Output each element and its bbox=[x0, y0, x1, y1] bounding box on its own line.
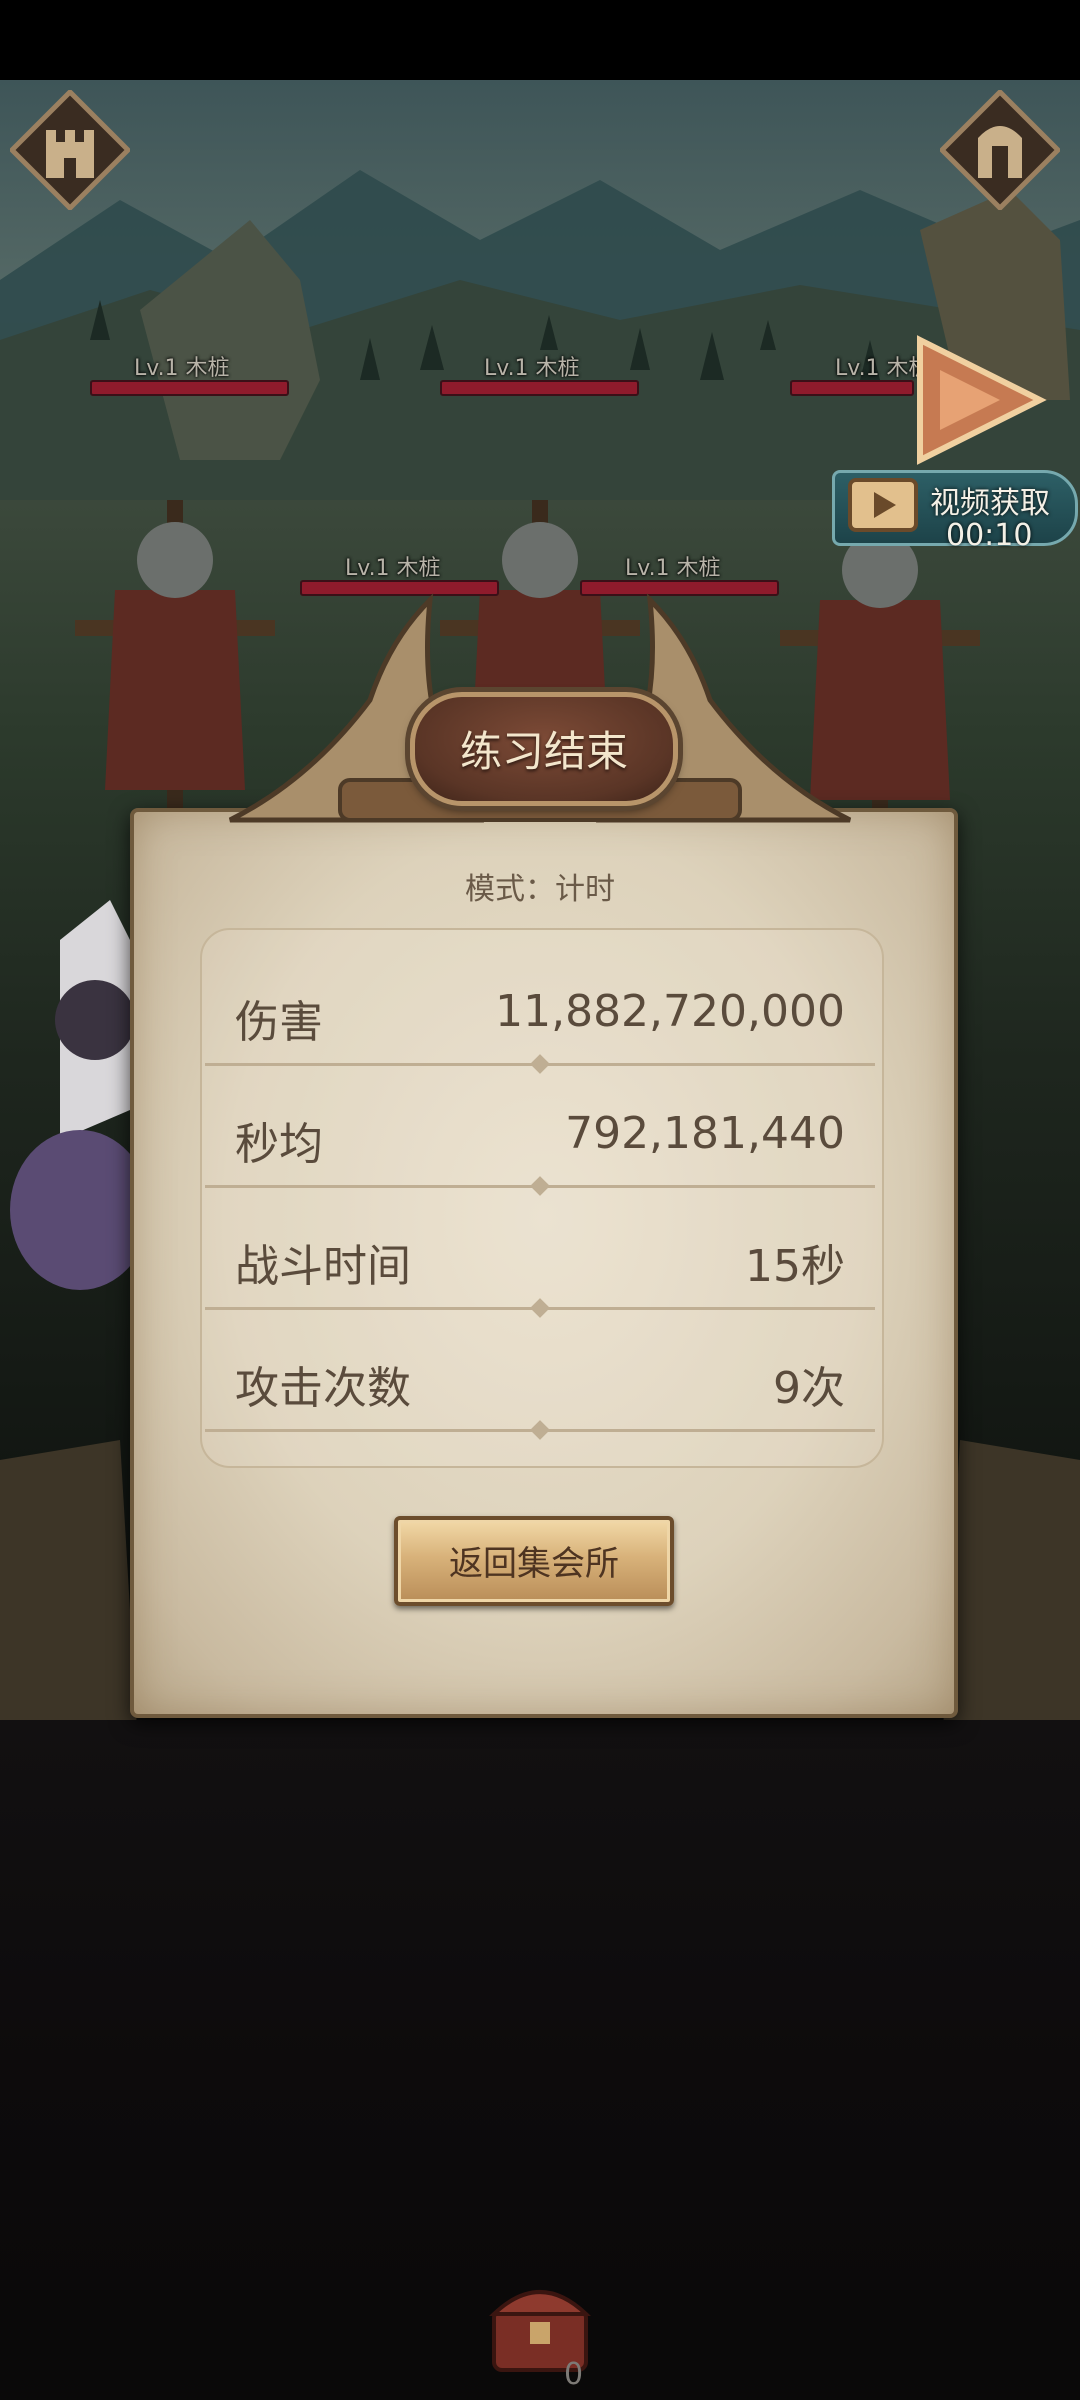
stat-row-dps: 秒均 792,181,440 bbox=[205, 1068, 875, 1188]
stat-label: 攻击次数 bbox=[235, 1363, 411, 1414]
stat-value: 11,882,720,000 bbox=[495, 986, 845, 1037]
door-icon bbox=[938, 88, 1062, 212]
video-reward-timer: 00:10 bbox=[946, 518, 1033, 553]
return-to-hall-button[interactable] bbox=[394, 1516, 674, 1606]
top-status-bar bbox=[0, 0, 1080, 80]
castle-icon bbox=[8, 88, 132, 212]
play-arrow-icon[interactable] bbox=[900, 330, 1060, 470]
stat-value: 9次 bbox=[773, 1363, 845, 1414]
video-reward-label: 视频获取 bbox=[930, 486, 1050, 521]
row-divider bbox=[205, 1429, 875, 1432]
stat-label: 秒均 bbox=[235, 1119, 323, 1170]
stat-row-damage: 伤害 11,882,720,000 bbox=[205, 946, 875, 1066]
door-button[interactable] bbox=[938, 88, 1062, 212]
enemy-label: Lv.1 木桩 bbox=[484, 356, 580, 381]
stat-row-attack-count: 攻击次数 9次 bbox=[205, 1312, 875, 1432]
stat-value: 792,181,440 bbox=[565, 1108, 845, 1159]
enemy-hp-bar bbox=[440, 380, 639, 396]
result-title: 练习结束 bbox=[459, 727, 628, 776]
film-icon bbox=[848, 478, 918, 532]
enemy-label: Lv.1 木桩 bbox=[345, 556, 441, 581]
bottom-panel-area bbox=[0, 1720, 1080, 2300]
row-divider bbox=[205, 1307, 875, 1310]
enemy-label: Lv.1 木桩 bbox=[134, 356, 230, 381]
stat-value: 15秒 bbox=[745, 1241, 845, 1292]
player-character bbox=[10, 900, 150, 1290]
castle-button[interactable] bbox=[8, 88, 132, 212]
bottom-count: 0 bbox=[564, 2357, 584, 2392]
row-divider bbox=[205, 1063, 875, 1066]
row-divider bbox=[205, 1185, 875, 1188]
enemy-hp-bar bbox=[790, 380, 914, 396]
stat-label: 战斗时间 bbox=[235, 1241, 411, 1292]
enemy-hp-bar bbox=[90, 380, 289, 396]
stat-row-battle-time: 战斗时间 15秒 bbox=[205, 1190, 875, 1310]
mode-label: 模式：计时 bbox=[465, 872, 615, 907]
stat-label: 伤害 bbox=[235, 997, 323, 1048]
enemy-label: Lv.1 木桩 bbox=[625, 556, 721, 581]
